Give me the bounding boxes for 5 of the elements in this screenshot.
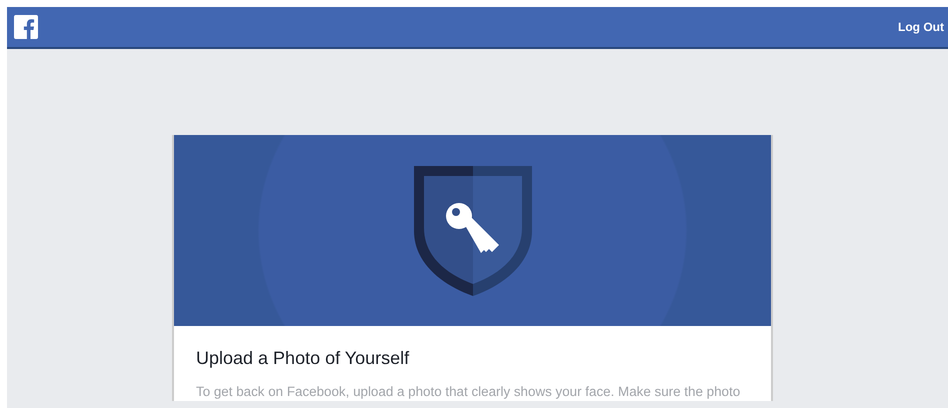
shield-key-icon: [414, 166, 532, 296]
card-title: Upload a Photo of Yourself: [196, 348, 410, 369]
logo-icon[interactable]: [14, 15, 38, 39]
description-text: To get back on Facebook, upload a photo that clearly shows your face. Make sure the photo: [196, 383, 742, 401]
logout-link[interactable]: Log Out: [898, 20, 944, 34]
